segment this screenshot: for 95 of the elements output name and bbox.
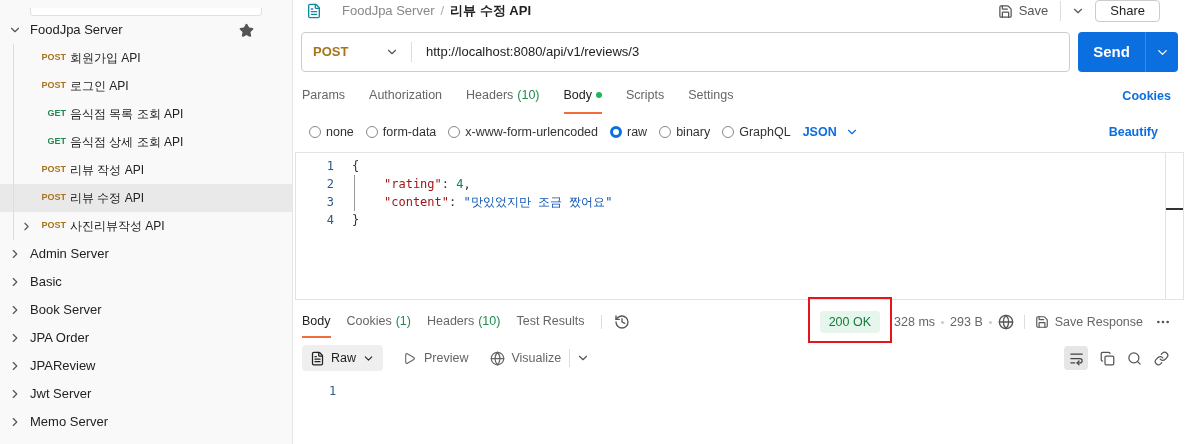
document-icon xyxy=(310,350,325,366)
method-label: POST xyxy=(40,79,66,93)
line-number: 3 xyxy=(326,194,334,211)
request-tab[interactable]: Headers (10) xyxy=(466,78,540,114)
format-select[interactable]: JSON xyxy=(802,122,859,142)
save-icon xyxy=(1034,315,1049,329)
beautify-link[interactable]: Beautify xyxy=(1108,122,1170,142)
globe-icon[interactable] xyxy=(997,314,1014,330)
request-name: 로그인 API xyxy=(70,78,129,95)
link-icon[interactable] xyxy=(1154,350,1169,366)
breadcrumb-separator: / xyxy=(440,2,445,21)
collection-name: Admin Server xyxy=(30,245,110,264)
code-line: "content": "맛있었지만 조금 짰어요" xyxy=(354,193,1165,211)
collection-item[interactable]: JPA Order xyxy=(0,324,292,352)
request-name: 음식점 상세 조회 API xyxy=(70,134,184,151)
save-button[interactable]: Save xyxy=(1018,1,1062,21)
code-line: "rating": 4, xyxy=(354,175,1165,193)
search-icon[interactable] xyxy=(1127,350,1142,366)
body-type-radio[interactable]: GraphQL xyxy=(722,122,791,142)
collection-name: Jwt Server xyxy=(30,385,93,404)
url-bar[interactable]: POST http://localhost:8080/api/v1/reviews/3 xyxy=(301,32,1070,72)
breadcrumb-collection[interactable]: FoodJpa Server xyxy=(342,1,435,21)
save-response-button[interactable]: Save Response xyxy=(1034,312,1143,332)
response-tab[interactable]: Headers (10) xyxy=(426,306,501,338)
request-tab[interactable]: Params xyxy=(302,78,346,114)
request-name: 회원가입 API xyxy=(70,50,141,67)
collection-name: JPAReview xyxy=(30,357,97,376)
method-label: POST xyxy=(40,51,66,65)
line-number: 1 xyxy=(329,383,337,400)
breadcrumb-request: 리뷰 수정 API xyxy=(450,2,532,21)
save-icon xyxy=(997,3,1013,19)
code-editor[interactable]: 1 2 3 4 { "rating": 4, "content": "맛있었지만 조금 짰어요" } xyxy=(295,152,1184,300)
collection-name: Memo Server xyxy=(30,413,110,432)
response-time: 328 ms xyxy=(894,313,936,331)
request-tab[interactable]: Scripts xyxy=(626,78,665,114)
body-type-radio[interactable]: x-www-form-urlencoded xyxy=(448,122,598,142)
request-tab[interactable]: Body xyxy=(563,78,603,114)
cookies-link[interactable]: Cookies xyxy=(1122,86,1177,106)
method-label: GET xyxy=(46,107,66,121)
collection-item[interactable]: Admin Server xyxy=(0,240,292,268)
request-item[interactable]: POST 사진리뷰작성 API xyxy=(0,212,292,240)
collection-item[interactable]: FoodJpa Server xyxy=(0,16,292,44)
line-number: 4 xyxy=(326,212,334,229)
collection-name: Book Server xyxy=(30,301,103,320)
code-line: { xyxy=(352,158,361,175)
url-field[interactable]: http://localhost:8080/api/v1/reviews/3 xyxy=(426,42,640,62)
collection-item[interactable]: JPAReview xyxy=(0,352,292,380)
request-item[interactable]: POST 리뷰 수정 API xyxy=(0,184,292,212)
response-tab[interactable]: Cookies (1) xyxy=(346,306,411,338)
response-tab[interactable]: Test Results xyxy=(516,306,585,338)
request-item[interactable]: GET 음식점 상세 조회 API xyxy=(0,128,292,156)
collection-item[interactable]: Book Server xyxy=(0,296,292,324)
request-name: 리뷰 수정 API xyxy=(70,190,144,207)
body-type-radio[interactable]: none xyxy=(309,122,354,142)
search-field[interactable] xyxy=(30,8,262,16)
request-name: 사진리뷰작성 API xyxy=(70,218,165,235)
status-badge: 200 OK xyxy=(819,310,881,334)
globe-icon xyxy=(490,350,506,366)
code-line: } xyxy=(352,212,361,229)
method-label: GET xyxy=(46,135,66,149)
response-size: 293 B xyxy=(950,313,983,331)
view-select[interactable]: Raw xyxy=(302,345,383,371)
wrap-icon[interactable] xyxy=(1068,350,1084,366)
star-icon[interactable] xyxy=(239,22,254,38)
request-icon xyxy=(306,3,322,19)
play-icon xyxy=(403,351,416,365)
method-label: POST xyxy=(40,191,66,205)
collection-name: Basic xyxy=(30,273,63,292)
request-item[interactable]: POST 회원가입 API xyxy=(0,44,292,72)
request-name: 음식점 목록 조회 API xyxy=(70,106,184,123)
collection-item[interactable]: Jwt Server xyxy=(0,380,292,408)
collection-item[interactable]: Memo Server xyxy=(0,408,292,436)
request-tab[interactable]: Authorization xyxy=(369,78,443,114)
collection-name: JPA Order xyxy=(30,329,90,348)
line-number: 2 xyxy=(326,176,334,193)
preview-button[interactable]: Preview xyxy=(403,348,469,368)
body-type-radio[interactable]: binary xyxy=(659,122,711,142)
method-label: POST xyxy=(40,219,66,233)
request-item[interactable]: POST 리뷰 작성 API xyxy=(0,156,292,184)
request-name: 리뷰 작성 API xyxy=(70,162,144,179)
visualize-button[interactable]: Visualize xyxy=(490,348,571,368)
collection-item[interactable]: Basic xyxy=(0,268,292,296)
collection-name: FoodJpa Server xyxy=(30,21,124,40)
request-item[interactable]: POST 로그인 API xyxy=(0,72,292,100)
share-button[interactable]: Share xyxy=(1095,0,1160,22)
request-tab[interactable]: Settings xyxy=(688,78,734,114)
history-icon[interactable] xyxy=(613,314,630,330)
body-type-radio[interactable]: form-data xyxy=(365,122,437,142)
body-type-radio[interactable]: raw xyxy=(610,122,648,142)
request-item[interactable]: GET 음식점 목록 조회 API xyxy=(0,100,292,128)
line-number: 1 xyxy=(326,158,334,175)
method-label: POST xyxy=(40,163,66,177)
method-select[interactable]: POST xyxy=(302,42,412,62)
response-tab[interactable]: Body xyxy=(302,306,331,338)
copy-icon[interactable] xyxy=(1100,350,1115,366)
